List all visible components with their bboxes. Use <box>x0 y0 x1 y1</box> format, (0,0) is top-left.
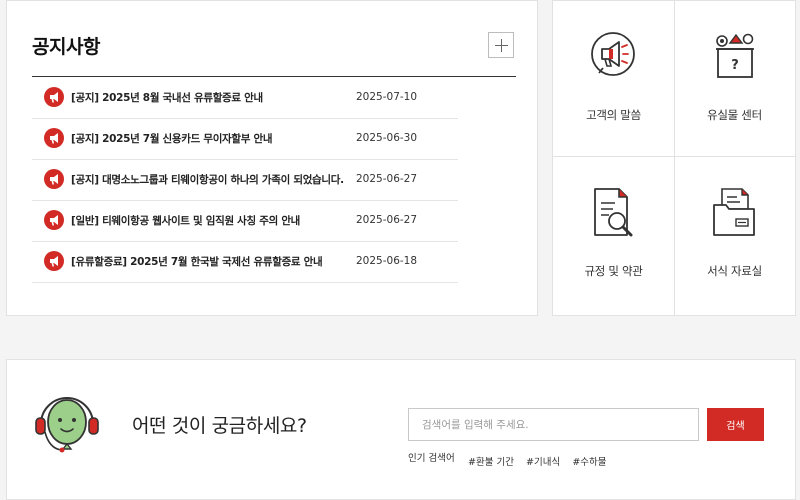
popular-keywords-label: 인기 검색어 <box>408 453 455 464</box>
notice-text: [유류할증료] 2025년 7월 한국발 국제선 유류할증료 안내 <box>71 256 323 268</box>
service-form-library[interactable]: 서식 자료실 <box>674 157 795 312</box>
notice-row[interactable]: [공지] 2025년 8월 국내선 유류할증료 안내 2025-07-10 <box>32 78 458 119</box>
notice-text: [일반] 티웨이항공 웹사이트 및 임직원 사칭 주의 안내 <box>71 215 301 227</box>
service-label: 유실물 센터 <box>707 108 762 122</box>
service-label: 규정 및 약관 <box>584 264 643 278</box>
notice-row[interactable]: [공지] 2025년 7월 신용카드 무이자할부 안내 2025-06-30 <box>32 119 458 160</box>
search-input[interactable] <box>408 408 699 441</box>
notice-date: 2025-06-18 <box>356 255 418 267</box>
notice-divider <box>32 76 516 77</box>
service-lost-found[interactable]: ? 유실물 센터 <box>674 1 795 156</box>
search-button[interactable]: 검색 <box>707 408 764 441</box>
notice-list: [공지] 2025년 8월 국내선 유류할증료 안내 2025-07-10 [공… <box>32 78 458 283</box>
service-grid: 고객의 말씀 ? 유실물 센터 규정 및 약관 서식 자료실 <box>552 0 796 316</box>
megaphone-icon <box>44 169 64 189</box>
service-rules-terms[interactable]: 규정 및 약관 <box>553 157 674 312</box>
popular-tag[interactable]: #수하물 <box>572 457 606 468</box>
notice-text: [공지] 대명소노그룹과 티웨이항공이 하나의 가족이 되었습니다. <box>71 174 344 186</box>
lost-box-icon: ? <box>716 33 754 78</box>
document-search-icon <box>594 188 633 237</box>
popular-tag[interactable]: #환불 기간 <box>468 457 514 468</box>
popular-tags: #환불 기간 #기내식 #수하물 <box>468 450 614 469</box>
service-label: 서식 자료실 <box>707 264 762 278</box>
service-label: 고객의 말씀 <box>586 108 641 122</box>
search-question: 어떤 것이 궁금하세요? <box>132 415 307 437</box>
megaphone-icon <box>591 32 635 76</box>
megaphone-icon <box>44 251 64 271</box>
notice-date: 2025-07-10 <box>356 91 418 103</box>
svg-text:?: ? <box>731 58 739 73</box>
notice-row[interactable]: [공지] 대명소노그룹과 티웨이항공이 하나의 가족이 되었습니다. 2025-… <box>32 160 458 201</box>
notice-row[interactable]: [일반] 티웨이항공 웹사이트 및 임직원 사칭 주의 안내 2025-06-2… <box>32 201 458 242</box>
popular-tag[interactable]: #기내식 <box>526 457 560 468</box>
notice-row[interactable]: [유류할증료] 2025년 7월 한국발 국제선 유류할증료 안내 2025-0… <box>32 242 458 283</box>
notice-date: 2025-06-30 <box>356 132 418 144</box>
megaphone-icon <box>44 210 64 230</box>
notice-title: 공지사항 <box>32 36 100 58</box>
megaphone-icon <box>44 87 64 107</box>
service-customer-voice[interactable]: 고객의 말씀 <box>553 1 674 156</box>
folder-icon <box>713 188 755 236</box>
notice-date: 2025-06-27 <box>356 173 418 185</box>
notice-text: [공지] 2025년 8월 국내선 유류할증료 안내 <box>71 92 263 104</box>
search-panel: 어떤 것이 궁금하세요? 검색 인기 검색어 #환불 기간 #기내식 #수하물 <box>6 359 796 500</box>
support-agent-icon <box>35 397 99 453</box>
more-notices-button[interactable] <box>488 32 514 58</box>
notice-text: [공지] 2025년 7월 신용카드 무이자할부 안내 <box>71 133 273 145</box>
notice-panel: 공지사항 [공지] 2025년 8월 국내선 유류할증료 안내 2025-07-… <box>6 0 538 316</box>
notice-date: 2025-06-27 <box>356 214 418 226</box>
megaphone-icon <box>44 128 64 148</box>
